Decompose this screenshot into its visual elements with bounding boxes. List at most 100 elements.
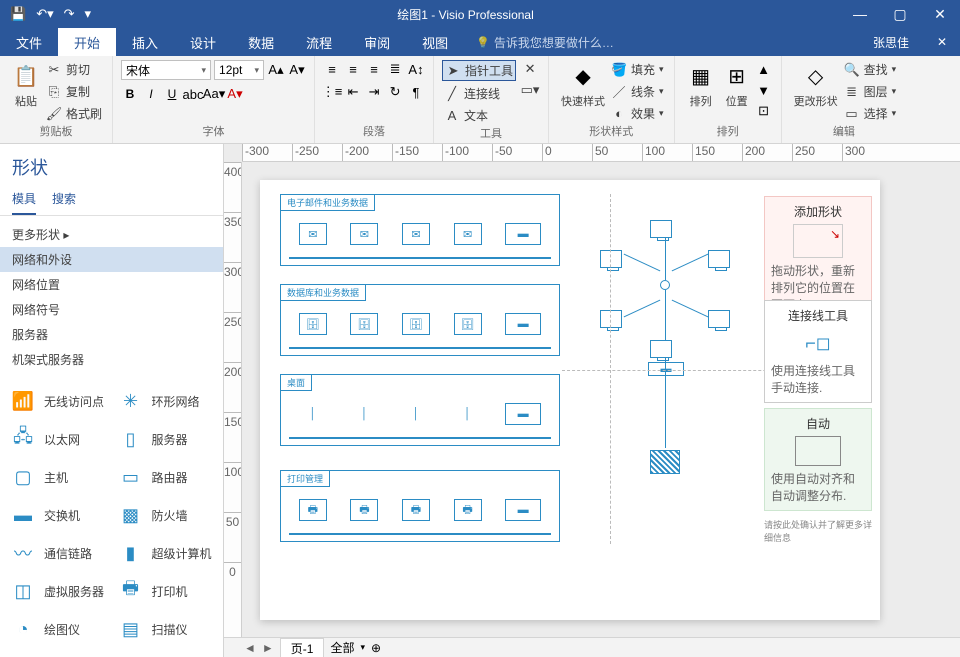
- cut-icon: ✂: [46, 62, 62, 78]
- pointer-tool-button[interactable]: ➤指针工具: [442, 60, 516, 81]
- shape-item[interactable]: 🖧以太网: [4, 420, 112, 458]
- stencil-item[interactable]: 网络符号: [0, 297, 223, 322]
- shape-item[interactable]: ✳环形网络: [112, 382, 220, 420]
- increase-font-icon[interactable]: A▴: [267, 61, 285, 79]
- stencil-item[interactable]: 网络和外设: [0, 247, 223, 272]
- shape-icon: ◫: [8, 576, 38, 606]
- close-button[interactable]: ✕: [920, 0, 960, 28]
- rect-tool-button[interactable]: ▭▾: [520, 81, 540, 99]
- shape-label: 路由器: [152, 469, 188, 486]
- shape-item[interactable]: ▮超级计算机: [112, 534, 220, 572]
- undo-icon[interactable]: ↶▾: [36, 6, 53, 22]
- shape-item[interactable]: 〰通信链路: [4, 534, 112, 572]
- align-right-icon[interactable]: ≡: [365, 60, 383, 78]
- shape-item[interactable]: 🖶打印机: [112, 572, 220, 610]
- select-button[interactable]: ▭选择▾: [842, 104, 899, 123]
- find-button[interactable]: 🔍查找▾: [842, 60, 899, 79]
- shape-label: 通信链路: [44, 545, 92, 562]
- paste-button[interactable]: 📋 粘贴: [8, 60, 44, 111]
- tab-process[interactable]: 流程: [290, 28, 348, 56]
- maximize-button[interactable]: ▢: [880, 0, 920, 28]
- copy-button[interactable]: ⎘复制: [44, 82, 104, 101]
- indent-decrease-icon[interactable]: ⇤: [344, 83, 362, 101]
- text-tool-button[interactable]: A文本: [442, 106, 516, 125]
- v-align-icon[interactable]: A↕: [407, 60, 425, 78]
- shape-item[interactable]: ▩防火墙: [112, 496, 220, 534]
- tab-file[interactable]: 文件: [0, 28, 58, 56]
- shapes-tab-search[interactable]: 搜索: [52, 190, 76, 215]
- page-tabs: ◄ ► 页-1 全部 ▾ ⊕: [224, 637, 960, 657]
- shape-item[interactable]: ▤扫描仪: [112, 610, 220, 648]
- pagetab-dropdown-icon[interactable]: ▾: [360, 642, 365, 653]
- underline-button[interactable]: U: [163, 85, 181, 103]
- tell-me-input[interactable]: 告诉我您想要做什么…: [464, 28, 614, 56]
- canvas-viewport[interactable]: 电子邮件和业务数据 ✉✉✉✉▬ 数据库和业务数据 🗄🗄🗄🗄▬ 桌面 ││││▬ …: [242, 162, 960, 637]
- format-painter-button[interactable]: 🖌格式刷: [44, 104, 104, 123]
- more-shapes[interactable]: 更多形状 ▸: [0, 222, 223, 247]
- fill-button[interactable]: 🪣填充▾: [609, 60, 666, 79]
- bring-front-icon[interactable]: ▲: [755, 60, 773, 78]
- strikethrough-button[interactable]: abc: [184, 85, 202, 103]
- italic-button[interactable]: I: [142, 85, 160, 103]
- shape-item[interactable]: ▬交换机: [4, 496, 112, 534]
- shape-item[interactable]: 📶无线访问点: [4, 382, 112, 420]
- page-tab-all[interactable]: 全部: [330, 639, 354, 656]
- x-button[interactable]: ✕: [520, 60, 540, 78]
- indent-increase-icon[interactable]: ⇥: [365, 83, 383, 101]
- shapes-tab-stencils[interactable]: 模具: [12, 190, 36, 215]
- font-size-select[interactable]: 12pt▾: [214, 60, 264, 80]
- connector-tool-button[interactable]: ╱连接线: [442, 84, 516, 103]
- tab-review[interactable]: 审阅: [348, 28, 406, 56]
- tab-design[interactable]: 设计: [174, 28, 232, 56]
- shape-item[interactable]: ◔绘图仪: [4, 610, 112, 648]
- bold-button[interactable]: B: [121, 85, 139, 103]
- user-name[interactable]: 张思佳: [858, 28, 924, 56]
- decrease-font-icon[interactable]: A▾: [288, 61, 306, 79]
- send-back-icon[interactable]: ▼: [755, 81, 773, 99]
- align-center-icon[interactable]: ≡: [344, 60, 362, 78]
- effects-button[interactable]: ◐效果▾: [609, 104, 666, 123]
- tab-home[interactable]: 开始: [58, 28, 116, 56]
- pagetab-prev-icon[interactable]: ◄: [244, 641, 256, 655]
- paragraph-dialog-icon[interactable]: ¶: [407, 83, 425, 101]
- stencil-item[interactable]: 服务器: [0, 322, 223, 347]
- shape-item[interactable]: ◫虚拟服务器: [4, 572, 112, 610]
- ribbon-tabs: 文件 开始 插入 设计 数据 流程 审阅 视图 告诉我您想要做什么… 张思佳 ✕: [0, 28, 960, 56]
- page-add-button[interactable]: ⊕: [371, 641, 381, 655]
- text-effects-button[interactable]: Aa▾: [205, 85, 223, 103]
- pagetab-next-icon[interactable]: ►: [262, 641, 274, 655]
- page-tab-1[interactable]: 页-1: [280, 638, 325, 657]
- minimize-button[interactable]: —: [840, 0, 880, 28]
- layers-button[interactable]: ≣图层▾: [842, 82, 899, 101]
- tab-data[interactable]: 数据: [232, 28, 290, 56]
- drawing-page[interactable]: 电子邮件和业务数据 ✉✉✉✉▬ 数据库和业务数据 🗄🗄🗄🗄▬ 桌面 ││││▬ …: [260, 180, 880, 620]
- stencil-item[interactable]: 网络位置: [0, 272, 223, 297]
- rotate-text-icon[interactable]: ↻: [386, 83, 404, 101]
- bullets-icon[interactable]: ⋮≡: [323, 83, 341, 101]
- redo-icon[interactable]: ↷: [64, 6, 75, 22]
- shape-item[interactable]: ▢主机: [4, 458, 112, 496]
- position-button[interactable]: ⊞位置: [719, 60, 755, 111]
- line-button[interactable]: ／线条▾: [609, 82, 666, 101]
- tab-insert[interactable]: 插入: [116, 28, 174, 56]
- font-name-select[interactable]: 宋体▾: [121, 60, 211, 80]
- text-icon: A: [444, 108, 460, 124]
- shape-label: 绘图仪: [44, 621, 80, 638]
- cut-button[interactable]: ✂剪切: [44, 60, 104, 79]
- justify-icon[interactable]: ≣: [386, 60, 404, 78]
- shape-label: 无线访问点: [44, 393, 104, 410]
- quick-styles-icon: ◆: [569, 62, 597, 90]
- align-left-icon[interactable]: ≡: [323, 60, 341, 78]
- group-shapestyles-label: 形状样式: [557, 123, 666, 139]
- group-icon[interactable]: ⊡: [755, 102, 773, 120]
- shape-item[interactable]: ▭路由器: [112, 458, 220, 496]
- ribbon-close-button[interactable]: ✕: [924, 28, 960, 56]
- shape-item[interactable]: ▯服务器: [112, 420, 220, 458]
- arrange-button[interactable]: ▦排列: [683, 60, 719, 111]
- font-color-button[interactable]: A▾: [226, 85, 244, 103]
- quick-styles-button[interactable]: ◆ 快速样式: [557, 60, 609, 111]
- change-shape-button[interactable]: ◇更改形状: [790, 60, 842, 111]
- stencil-item[interactable]: 机架式服务器: [0, 347, 223, 372]
- save-icon[interactable]: 💾: [10, 6, 26, 22]
- tab-view[interactable]: 视图: [406, 28, 464, 56]
